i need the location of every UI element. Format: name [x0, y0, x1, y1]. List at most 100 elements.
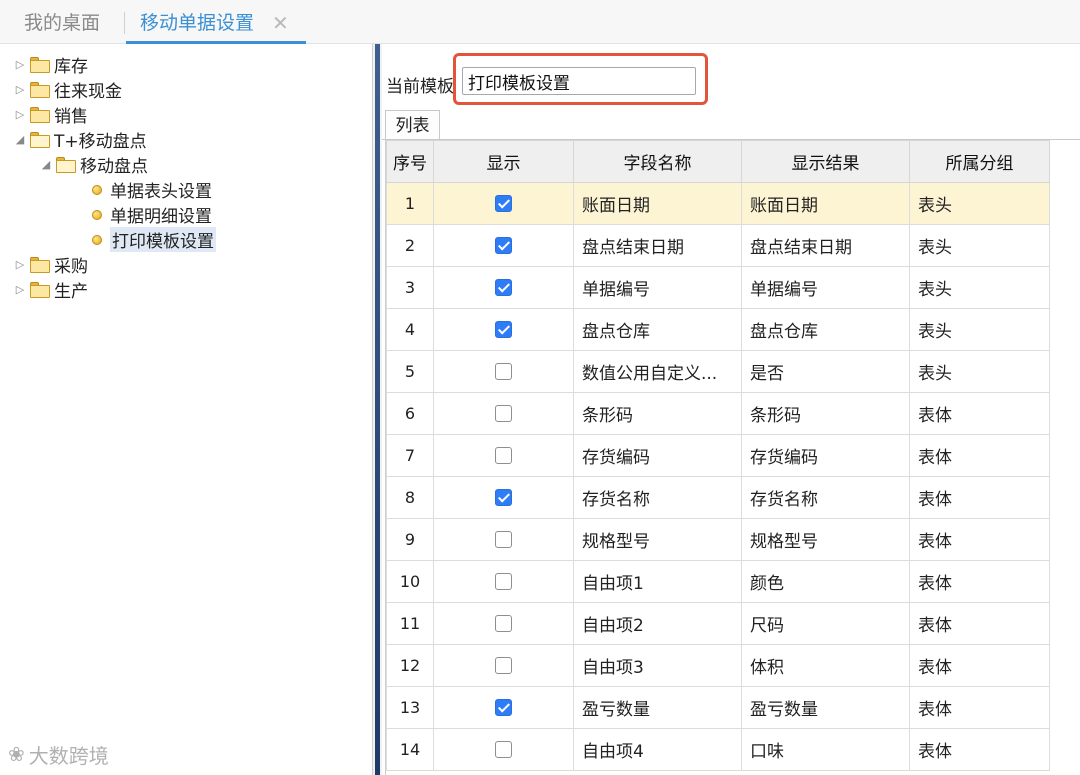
display-checkbox[interactable]	[495, 699, 512, 716]
collapse-icon[interactable]: ◢	[14, 133, 26, 146]
table-row[interactable]: 1 账面日期 账面日期 表头	[386, 182, 1050, 225]
expand-icon[interactable]: ▷	[14, 283, 26, 296]
table-row[interactable]: 8 存货名称 存货名称 表体	[386, 476, 1050, 519]
cell-field-name[interactable]: 盘点仓库	[573, 308, 742, 351]
cell-field-name[interactable]: 规格型号	[573, 518, 742, 561]
tab-close-icon[interactable]: ✕	[272, 0, 289, 44]
tree-node-detail-settings[interactable]: 单据明细设置	[88, 202, 212, 227]
table-header-row: 序号 显示 字段名称 显示结果 所属分组	[386, 140, 1050, 183]
expand-icon[interactable]: ▷	[14, 258, 26, 271]
cell-display-result[interactable]: 是否	[741, 350, 910, 393]
table-row[interactable]: 3 单据编号 单据编号 表头	[386, 266, 1050, 309]
display-checkbox[interactable]	[495, 321, 512, 338]
column-header-display[interactable]: 显示	[433, 140, 574, 183]
collapse-icon[interactable]: ◢	[40, 158, 52, 171]
expand-icon[interactable]: ▷	[14, 58, 26, 71]
tree-node-t-mobile-count[interactable]: ◢ T+移动盘点	[14, 127, 147, 152]
cell-display	[433, 686, 574, 729]
column-header-group[interactable]: 所属分组	[909, 140, 1050, 183]
column-header-display-result[interactable]: 显示结果	[741, 140, 910, 183]
display-checkbox[interactable]	[495, 195, 512, 212]
cell-row-number: 6	[386, 392, 434, 435]
display-checkbox[interactable]	[495, 615, 512, 632]
cell-display	[433, 224, 574, 267]
table-row[interactable]: 9 规格型号 规格型号 表体	[386, 518, 1050, 561]
cell-display-result[interactable]: 规格型号	[741, 518, 910, 561]
cell-field-name[interactable]: 存货编码	[573, 434, 742, 477]
tree-node-header-settings[interactable]: 单据表头设置	[88, 177, 212, 202]
display-checkbox[interactable]	[495, 657, 512, 674]
display-checkbox[interactable]	[495, 741, 512, 758]
cell-field-name[interactable]: 数值公用自定义...	[573, 350, 742, 393]
cell-field-name[interactable]: 账面日期	[573, 182, 742, 225]
tree-node-label: 单据表头设置	[110, 182, 212, 202]
current-template-label: 当前模板	[386, 77, 454, 97]
table-row[interactable]: 14 自由项4 口味 表体	[386, 728, 1050, 771]
tab-my-desktop[interactable]: 我的桌面	[24, 0, 100, 44]
leaf-dot-icon	[92, 209, 102, 220]
expand-icon[interactable]: ▷	[14, 108, 26, 121]
display-checkbox[interactable]	[495, 447, 512, 464]
cell-display-result[interactable]: 盘点仓库	[741, 308, 910, 351]
cell-display-result[interactable]: 条形码	[741, 392, 910, 435]
cell-group: 表头	[909, 308, 1050, 351]
tree-node-purchase[interactable]: ▷ 采购	[14, 252, 88, 277]
cell-field-name[interactable]: 存货名称	[573, 476, 742, 519]
cell-display-result[interactable]: 盈亏数量	[741, 686, 910, 729]
cell-field-name[interactable]: 自由项4	[573, 728, 742, 771]
cell-display-result[interactable]: 口味	[741, 728, 910, 771]
display-checkbox[interactable]	[495, 531, 512, 548]
cell-display-result[interactable]: 尺码	[741, 602, 910, 645]
column-header-field-name[interactable]: 字段名称	[573, 140, 742, 183]
table-row[interactable]: 6 条形码 条形码 表体	[386, 392, 1050, 435]
leaf-dot-icon	[92, 234, 102, 245]
tree-node-sales[interactable]: ▷ 销售	[14, 102, 88, 127]
cell-display-result[interactable]: 存货编码	[741, 434, 910, 477]
display-checkbox[interactable]	[495, 363, 512, 380]
current-template-input[interactable]	[462, 67, 696, 95]
cell-group: 表体	[909, 560, 1050, 603]
table-row[interactable]: 13 盈亏数量 盈亏数量 表体	[386, 686, 1050, 729]
table-row[interactable]: 7 存货编码 存货编码 表体	[386, 434, 1050, 477]
cell-field-name[interactable]: 盘点结束日期	[573, 224, 742, 267]
tree-node-mobile-count[interactable]: ◢ 移动盘点	[40, 152, 148, 177]
cell-display	[433, 350, 574, 393]
cell-display	[433, 560, 574, 603]
cell-display-result[interactable]: 单据编号	[741, 266, 910, 309]
tree-node-production[interactable]: ▷ 生产	[14, 277, 88, 302]
display-checkbox[interactable]	[495, 573, 512, 590]
settings-panel: 当前模板 列表 序号 显示 字段名称 显示结果 所属分组 1账面日	[382, 44, 1080, 775]
tree-node-cash[interactable]: ▷ 往来现金	[14, 77, 122, 102]
display-checkbox[interactable]	[495, 237, 512, 254]
table-row[interactable]: 11 自由项2 尺码 表体	[386, 602, 1050, 645]
table-row[interactable]: 4 盘点仓库 盘点仓库 表头	[386, 308, 1050, 351]
cell-field-name[interactable]: 自由项2	[573, 602, 742, 645]
table-row[interactable]: 12 自由项3 体积 表体	[386, 644, 1050, 687]
cell-field-name[interactable]: 单据编号	[573, 266, 742, 309]
tree-node-print-template-settings[interactable]: 打印模板设置	[88, 227, 216, 252]
column-header-no[interactable]: 序号	[386, 140, 434, 183]
cell-display-result[interactable]: 账面日期	[741, 182, 910, 225]
tree-node-inventory[interactable]: ▷ 库存	[14, 52, 88, 77]
cell-field-name[interactable]: 盈亏数量	[573, 686, 742, 729]
cell-display-result[interactable]: 存货名称	[741, 476, 910, 519]
cell-display-result[interactable]: 盘点结束日期	[741, 224, 910, 267]
display-checkbox[interactable]	[495, 405, 512, 422]
cell-field-name[interactable]: 自由项1	[573, 560, 742, 603]
folder-icon	[30, 56, 50, 73]
display-checkbox[interactable]	[495, 489, 512, 506]
table-row[interactable]: 10 自由项1 颜色 表体	[386, 560, 1050, 603]
expand-icon[interactable]: ▷	[14, 83, 26, 96]
cell-display-result[interactable]: 体积	[741, 644, 910, 687]
table-row[interactable]: 5 数值公用自定义... 是否 表头	[386, 350, 1050, 393]
folder-icon	[30, 106, 50, 123]
cell-field-name[interactable]: 条形码	[573, 392, 742, 435]
pane-splitter[interactable]	[372, 44, 382, 775]
table-row[interactable]: 2 盘点结束日期 盘点结束日期 表头	[386, 224, 1050, 267]
splitter-grip[interactable]	[375, 44, 380, 775]
cell-display	[433, 434, 574, 477]
cell-display-result[interactable]: 颜色	[741, 560, 910, 603]
cell-field-name[interactable]: 自由项3	[573, 644, 742, 687]
tab-list[interactable]: 列表	[385, 110, 440, 140]
display-checkbox[interactable]	[495, 279, 512, 296]
